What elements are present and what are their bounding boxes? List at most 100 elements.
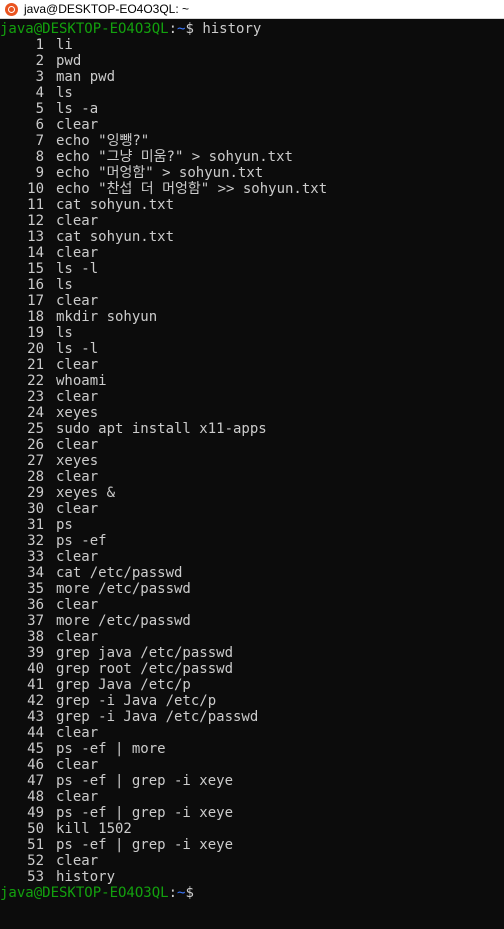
- history-entry: 1 li: [0, 37, 504, 53]
- history-command: kill 1502: [56, 821, 132, 837]
- history-entry: 34 cat /etc/passwd: [0, 565, 504, 581]
- history-number: 24: [27, 405, 44, 421]
- prompt-user-host: java@DESKTOP-EO4O3QL: [0, 885, 169, 901]
- history-entry: 16 ls: [0, 277, 504, 293]
- history-number: 1: [35, 37, 44, 53]
- prompt-separator: :: [168, 21, 178, 37]
- history-entry: 6 clear: [0, 117, 504, 133]
- history-number: 51: [27, 837, 44, 853]
- history-command: clear: [56, 245, 99, 261]
- history-command: pwd: [56, 53, 82, 69]
- history-number: 37: [27, 613, 44, 629]
- history-entry: 27 xeyes: [0, 453, 504, 469]
- history-entry: 39 grep java /etc/passwd: [0, 645, 504, 661]
- history-entry: 12 clear: [0, 213, 504, 229]
- history-entry: 48 clear: [0, 789, 504, 805]
- history-entry: 38 clear: [0, 629, 504, 645]
- history-number: 48: [27, 789, 44, 805]
- history-entry: 41 grep Java /etc/p: [0, 677, 504, 693]
- terminal-window: java@DESKTOP-EO4O3QL: ~ java@DESKTOP-EO4…: [0, 0, 504, 929]
- history-command: history: [56, 869, 116, 885]
- history-number: 31: [27, 517, 44, 533]
- history-entry: 29 xeyes &: [0, 485, 504, 501]
- history-entry: 5 ls -a: [0, 101, 504, 117]
- history-entry: 46 clear: [0, 757, 504, 773]
- history-command: clear: [56, 213, 99, 229]
- history-command: clear: [56, 293, 99, 309]
- history-entry: 42 grep -i Java /etc/p: [0, 693, 504, 709]
- history-command: grep java /etc/passwd: [56, 645, 234, 661]
- history-entry: 49 ps -ef | grep -i xeye: [0, 805, 504, 821]
- entered-command: history: [202, 21, 262, 37]
- history-number: 53: [27, 869, 44, 885]
- history-command: clear: [56, 389, 99, 405]
- history-command: ls -a: [56, 101, 99, 117]
- history-entry: 47 ps -ef | grep -i xeye: [0, 773, 504, 789]
- history-entry: 9 echo "머엉함" > sohyun.txt: [0, 165, 504, 181]
- history-number: 18: [27, 309, 44, 325]
- title-bar[interactable]: java@DESKTOP-EO4O3QL: ~: [0, 0, 504, 19]
- history-command: ls: [56, 325, 73, 341]
- history-number: 40: [27, 661, 44, 677]
- history-number: 46: [27, 757, 44, 773]
- history-command: grep -i Java /etc/passwd: [56, 709, 259, 725]
- history-entry: 2 pwd: [0, 53, 504, 69]
- history-command: cat sohyun.txt: [56, 229, 175, 245]
- history-entry: 23 clear: [0, 389, 504, 405]
- history-command: more /etc/passwd: [56, 581, 191, 597]
- history-command: ps -ef | grep -i xeye: [56, 805, 234, 821]
- history-entry: 51 ps -ef | grep -i xeye: [0, 837, 504, 853]
- history-number: 4: [35, 85, 44, 101]
- history-command: grep -i Java /etc/p: [56, 693, 217, 709]
- history-entry: 24 xeyes: [0, 405, 504, 421]
- prompt-line-current[interactable]: java@DESKTOP-EO4O3QL:~$: [0, 885, 504, 901]
- history-command: ls: [56, 85, 73, 101]
- history-entry: 13 cat sohyun.txt: [0, 229, 504, 245]
- history-number: 17: [27, 293, 44, 309]
- prompt-line: java@DESKTOP-EO4O3QL:~$ history: [0, 21, 504, 37]
- history-command: clear: [56, 757, 99, 773]
- history-list: 1 li 2 pwd 3 man pwd 4 ls 5 ls -a 6 clear 7 echo "잉뺑?…: [0, 37, 504, 885]
- history-entry: 11 cat sohyun.txt: [0, 197, 504, 213]
- history-command: clear: [56, 853, 99, 869]
- history-number: 21: [27, 357, 44, 373]
- history-entry: 43 grep -i Java /etc/passwd: [0, 709, 504, 725]
- history-number: 2: [35, 53, 44, 69]
- history-entry: 31 ps: [0, 517, 504, 533]
- ubuntu-icon: [5, 2, 18, 16]
- history-command: clear: [56, 629, 99, 645]
- history-number: 6: [35, 117, 44, 133]
- history-number: 45: [27, 741, 44, 757]
- history-number: 33: [27, 549, 44, 565]
- history-number: 38: [27, 629, 44, 645]
- history-number: 44: [27, 725, 44, 741]
- history-entry: 15 ls -l: [0, 261, 504, 277]
- history-entry: 35 more /etc/passwd: [0, 581, 504, 597]
- history-command: li: [56, 37, 73, 53]
- history-command: ls -l: [56, 261, 99, 277]
- window-title: java@DESKTOP-EO4O3QL: ~: [24, 2, 190, 16]
- history-entry: 20 ls -l: [0, 341, 504, 357]
- history-command: ps: [56, 517, 73, 533]
- history-command: clear: [56, 437, 99, 453]
- history-entry: 30 clear: [0, 501, 504, 517]
- history-command: xeyes &: [56, 485, 116, 501]
- history-command: ls -l: [56, 341, 99, 357]
- history-entry: 52 clear: [0, 853, 504, 869]
- history-command: clear: [56, 117, 99, 133]
- history-number: 27: [27, 453, 44, 469]
- history-entry: 44 clear: [0, 725, 504, 741]
- history-entry: 10 echo "찬섭 더 머엉함" >> sohyun.txt: [0, 181, 504, 197]
- history-number: 32: [27, 533, 44, 549]
- history-entry: 22 whoami: [0, 373, 504, 389]
- prompt-separator: :: [168, 885, 178, 901]
- history-entry: 50 kill 1502: [0, 821, 504, 837]
- history-number: 9: [35, 165, 44, 181]
- terminal-output[interactable]: java@DESKTOP-EO4O3QL:~$ history 1 li 2 pwd 3…: [0, 19, 504, 901]
- history-command: xeyes: [56, 453, 99, 469]
- history-command: ps -ef | grep -i xeye: [56, 837, 234, 853]
- history-command: cat /etc/passwd: [56, 565, 183, 581]
- history-command: sudo apt install x11-apps: [56, 421, 267, 437]
- history-number: 41: [27, 677, 44, 693]
- history-entry: 19 ls: [0, 325, 504, 341]
